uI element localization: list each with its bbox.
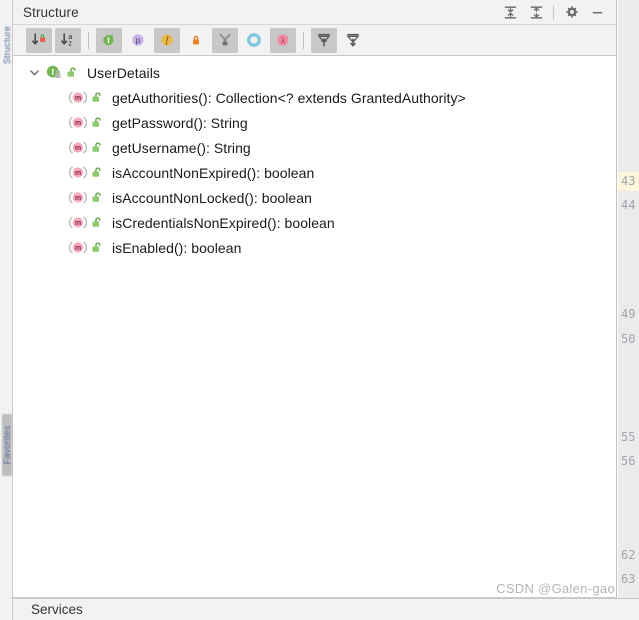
interface-icon: I — [44, 65, 62, 81]
svg-text:m: m — [75, 94, 81, 102]
line-number: 55 — [621, 430, 636, 444]
method-icon: m — [69, 165, 87, 181]
public-lock-icon — [89, 165, 105, 181]
line-number: 50 — [621, 332, 636, 346]
chevron-down-icon[interactable] — [26, 65, 42, 81]
svg-text:z: z — [68, 40, 72, 47]
show-anonymous-classes-icon[interactable] — [212, 27, 238, 53]
line-number: 62 — [621, 548, 636, 562]
tree-row-member[interactable]: m isAccountNonExpired(): boolean — [13, 160, 616, 185]
tree-row-root[interactable]: I UserDetails — [13, 60, 616, 85]
sort-by-visibility-icon[interactable] — [26, 27, 52, 53]
page-title: Structure — [23, 4, 79, 20]
tree-row-member[interactable]: m getAuthorities(): Collection<? extends… — [13, 85, 616, 110]
structure-tool-window: Structure a z I p f λ I UserDetails m ge… — [13, 0, 616, 598]
svg-text:m: m — [75, 244, 81, 252]
svg-text:I: I — [107, 36, 110, 45]
tree-row-label: getUsername(): String — [112, 139, 251, 156]
public-lock-icon — [89, 190, 105, 206]
structure-panel-header: Structure — [13, 0, 616, 25]
collapse-all-icon[interactable] — [523, 2, 549, 23]
tree-row-member[interactable]: m getUsername(): String — [13, 135, 616, 160]
toolbar-separator-1 — [88, 31, 89, 49]
tree-row-member[interactable]: m isEnabled(): boolean — [13, 235, 616, 260]
structure-tree[interactable]: I UserDetails m getAuthorities(): Collec… — [13, 56, 616, 598]
line-number: 49 — [621, 307, 636, 321]
public-lock-icon — [64, 65, 80, 81]
line-number: 43 — [618, 172, 639, 191]
tree-row-member[interactable]: m getPassword(): String — [13, 110, 616, 135]
tree-row-label: UserDetails — [87, 64, 160, 81]
public-lock-icon — [89, 115, 105, 131]
show-non-public-icon[interactable] — [183, 28, 209, 53]
autoscroll-from-source-icon[interactable] — [340, 28, 366, 53]
svg-text:m: m — [75, 169, 81, 177]
svg-text:p: p — [136, 35, 141, 45]
status-bar: Services — [13, 598, 639, 620]
tree-row-member[interactable]: m isAccountNonLocked(): boolean — [13, 185, 616, 210]
line-number: 63 — [621, 572, 636, 586]
tree-row-label: getPassword(): String — [112, 114, 248, 131]
left-strip-tab-favorites[interactable]: Favorites — [2, 414, 12, 476]
public-lock-icon — [89, 90, 105, 106]
method-icon: m — [69, 190, 87, 206]
show-properties-icon[interactable]: p — [125, 28, 151, 53]
line-number: 44 — [621, 198, 636, 212]
method-icon: m — [69, 140, 87, 156]
tree-row-label: isAccountNonExpired(): boolean — [112, 164, 315, 181]
method-icon: m — [69, 90, 87, 106]
method-icon: m — [69, 115, 87, 131]
tree-row-label: isEnabled(): boolean — [112, 239, 242, 256]
gear-icon[interactable] — [558, 2, 584, 23]
services-tab[interactable]: Services — [31, 602, 83, 617]
svg-text:m: m — [75, 144, 81, 152]
expand-all-icon[interactable] — [497, 2, 523, 23]
svg-text:m: m — [75, 219, 81, 227]
svg-text:m: m — [75, 119, 81, 127]
sort-alphabetically-icon[interactable]: a z — [55, 27, 81, 53]
method-icon: m — [69, 240, 87, 256]
public-lock-icon — [89, 215, 105, 231]
tree-row-member[interactable]: m isCredentialsNonExpired(): boolean — [13, 210, 616, 235]
line-number: 56 — [621, 454, 636, 468]
tree-row-label: isCredentialsNonExpired(): boolean — [112, 214, 335, 231]
header-separator — [553, 4, 554, 20]
left-tool-window-strip: Structure Favorites — [0, 0, 13, 620]
public-lock-icon — [89, 140, 105, 156]
svg-text:λ: λ — [281, 35, 286, 45]
tree-row-label: getAuthorities(): Collection<? extends G… — [112, 89, 466, 106]
svg-text:m: m — [75, 194, 81, 202]
tree-row-label: isAccountNonLocked(): boolean — [112, 189, 312, 206]
show-interfaces-icon[interactable] — [241, 28, 267, 53]
structure-toolbar: a z I p f λ — [13, 25, 616, 56]
autoscroll-to-source-icon[interactable] — [311, 27, 337, 53]
editor-line-number-gutter: 43 44 49 50 55 56 62 63 — [618, 0, 639, 598]
minimize-icon[interactable] — [584, 2, 610, 23]
editor-gutter-sliver: 43 44 49 50 55 56 62 63 — [616, 0, 639, 598]
method-icon: m — [69, 215, 87, 231]
left-strip-tab-structure[interactable]: Structure — [2, 14, 12, 76]
public-lock-icon — [89, 240, 105, 256]
toolbar-separator-2 — [303, 31, 304, 49]
show-fields-icon[interactable]: f — [154, 27, 180, 53]
show-lambdas-icon[interactable]: λ — [270, 27, 296, 53]
show-inherited-icon[interactable]: I — [96, 27, 122, 53]
